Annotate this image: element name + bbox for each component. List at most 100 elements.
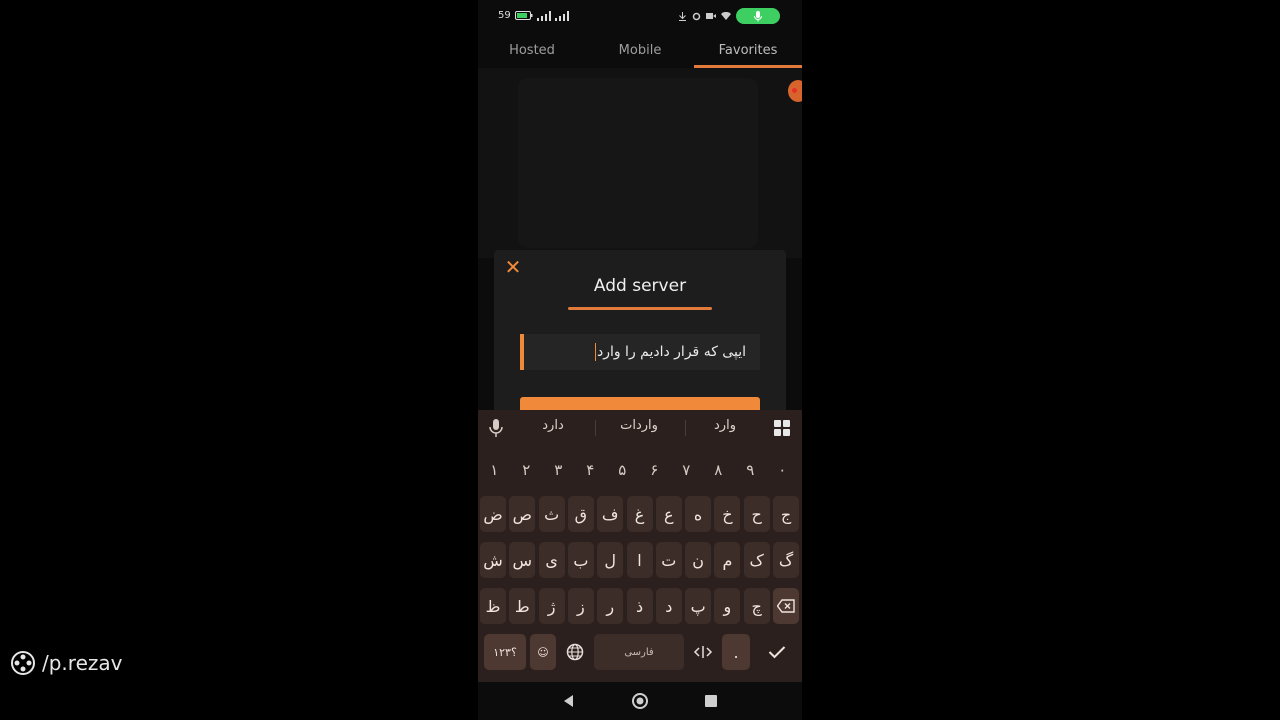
key-label: ه [693,504,703,524]
key-label: و [723,596,732,616]
key-label: ۸ [714,461,723,479]
key[interactable]: گ [773,542,799,578]
key[interactable]: ی [538,542,565,578]
key-label: ب [573,550,589,570]
key[interactable]: ز [567,588,594,624]
key[interactable]: ۳ [544,452,573,488]
space-key[interactable]: فارسی [594,634,684,670]
cursor-move-key[interactable] [688,634,718,670]
emoji-key[interactable]: ☺ [530,634,556,670]
key-label: ن [692,550,704,570]
home-icon[interactable] [631,692,649,710]
dialog-title: Add server [593,276,687,296]
key[interactable]: ع [655,496,682,532]
key-label: ۶ [650,461,659,479]
input-text: ایپی که قرار دادیم را وارد [596,344,746,360]
tab-hosted[interactable]: Hosted [482,40,582,62]
tab-mobile[interactable]: Mobile [590,40,690,62]
key[interactable]: ش [480,542,506,578]
key[interactable]: ا [626,542,653,578]
settings-icon [692,12,701,20]
key[interactable]: ض [480,496,506,532]
key-label: ض [483,504,503,524]
key[interactable]: ج [773,496,799,532]
key[interactable]: ث [538,496,565,532]
text-cursor [594,343,596,361]
status-time: 59 [498,10,511,21]
period-key[interactable]: . [722,634,750,670]
voice-input-icon[interactable] [488,418,504,438]
suggestion-bar: دارد واردات وارد [478,410,802,446]
watermark-handle: /p.rezav [42,651,123,675]
key[interactable]: ب [567,542,594,578]
key-label: ق [574,504,588,524]
server-address-input[interactable]: ایپی که قرار دادیم را وارد [520,334,760,370]
key[interactable]: ت [655,542,682,578]
floating-action-button[interactable] [788,80,802,102]
dimmed-content [518,78,758,248]
add-server-dialog: ✕ Add server ایپی که قرار دادیم را وارد [494,250,786,420]
key[interactable]: ف [597,496,624,532]
key[interactable]: ۶ [640,452,669,488]
key[interactable]: خ [714,496,741,532]
key[interactable]: د [655,588,682,624]
key[interactable]: پ [685,588,712,624]
key[interactable]: چ [743,588,770,624]
key-label: ث [544,504,560,524]
key-label: غ [634,504,645,524]
done-key[interactable] [758,634,796,670]
language-key[interactable] [560,634,590,670]
key-label: ش [483,550,503,570]
key-label: چ [751,596,762,616]
backspace-key[interactable] [773,588,799,624]
suggestion-3[interactable]: وارد [685,418,765,433]
suggestion-2[interactable]: واردات [599,418,679,433]
period-key-label: . [733,642,739,662]
key[interactable]: ۵ [608,452,637,488]
key[interactable]: ر [597,588,624,624]
recents-icon[interactable] [702,692,720,710]
key-label: ژ [547,596,556,616]
key[interactable]: ص [509,496,536,532]
key-label: ذ [635,596,644,616]
key[interactable]: ط [509,588,536,624]
key[interactable]: ه [685,496,712,532]
key[interactable]: ۹ [736,452,765,488]
key[interactable]: ژ [538,588,565,624]
key[interactable]: ذ [626,588,653,624]
back-icon[interactable] [560,692,578,710]
key[interactable]: ن [685,542,712,578]
suggestion-1[interactable]: دارد [513,418,593,433]
key[interactable]: ۲ [512,452,541,488]
key[interactable]: ل [597,542,624,578]
key[interactable]: ح [743,496,770,532]
key[interactable]: غ [626,496,653,532]
key-label: ۱ [490,461,499,479]
recording-indicator [736,8,780,24]
space-key-label: فارسی [624,646,654,658]
globe-icon [566,643,584,661]
key-label: خ [722,504,733,524]
key[interactable]: س [509,542,536,578]
close-icon[interactable]: ✕ [502,256,524,278]
key-label: ک [749,550,764,570]
content-background [478,68,802,258]
key[interactable]: ۷ [672,452,701,488]
key[interactable]: ۴ [576,452,605,488]
key-label: ۴ [586,461,595,479]
key-label: ص [512,504,532,524]
key[interactable]: ق [567,496,594,532]
key[interactable]: ۸ [704,452,733,488]
key[interactable]: و [714,588,741,624]
key-label: ی [545,550,558,570]
wifi-icon [721,12,731,20]
key[interactable]: ۰ [768,452,797,488]
key[interactable]: ۱ [480,452,509,488]
key[interactable]: م [714,542,741,578]
tab-favorites[interactable]: Favorites [698,40,798,62]
key-label: ۷ [682,461,691,479]
symbols-key[interactable]: ؟۱۲۳ [484,634,526,670]
apps-grid-icon[interactable] [774,420,790,436]
key[interactable]: ک [743,542,770,578]
key[interactable]: ظ [480,588,506,624]
